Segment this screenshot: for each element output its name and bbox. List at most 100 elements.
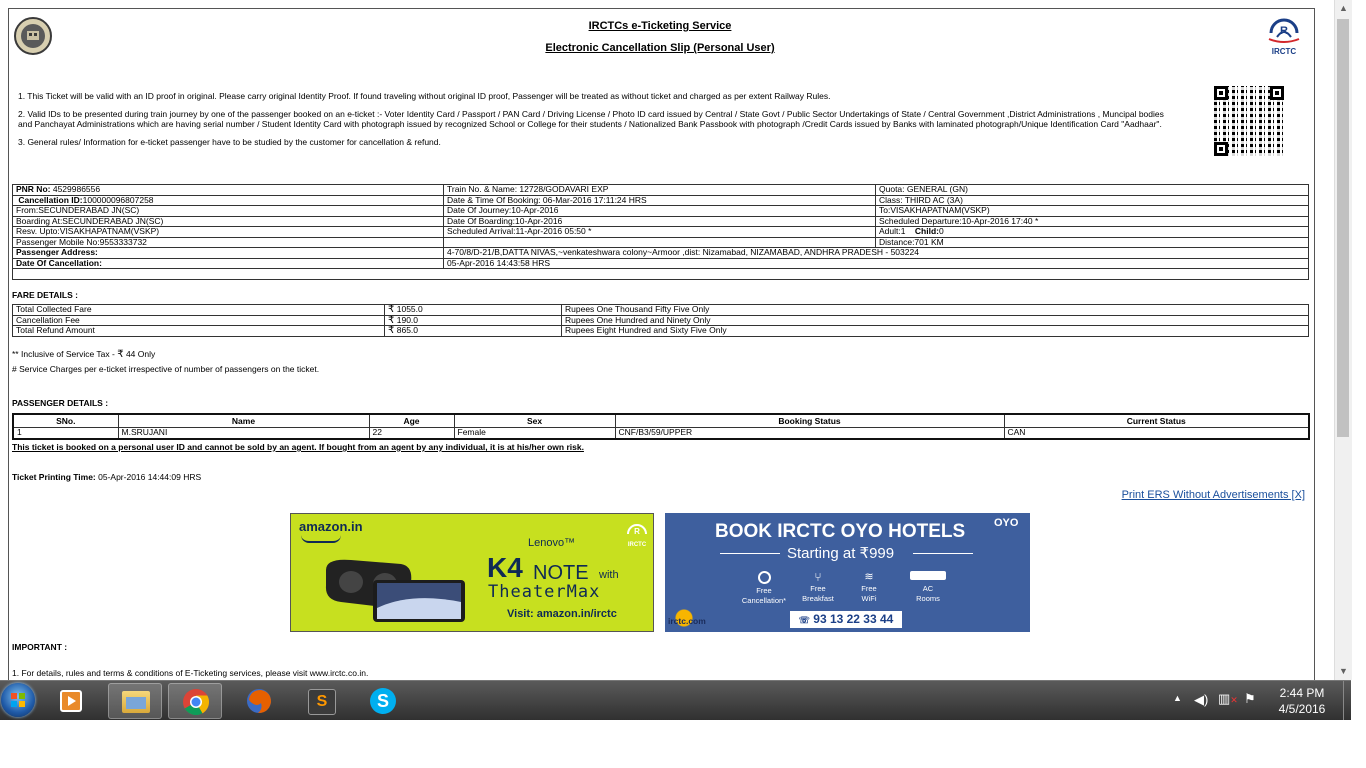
- media-player-taskbar-button[interactable]: [44, 683, 98, 719]
- svg-text:R: R: [1280, 25, 1288, 37]
- irctc-logo: R IRCTC: [1266, 15, 1302, 57]
- column-header: Booking Status: [614, 413, 1005, 428]
- column-header: Sex: [453, 413, 616, 428]
- table-row: Boarding At:SECUNDERABAD JN(SC) Date Of …: [12, 215, 1309, 227]
- cancellation-id-cell: Cancellation ID:100000096807258: [12, 194, 444, 206]
- important-heading: IMPORTANT :: [12, 642, 68, 652]
- oyo-feature: ≋ Free WiFi: [848, 571, 890, 604]
- qr-finder-pattern: [1214, 86, 1228, 100]
- media-player-icon: [60, 690, 82, 712]
- start-orb-icon[interactable]: [1, 683, 35, 717]
- fare-label: Total Refund Amount: [12, 325, 385, 337]
- passenger-name: M.SRUJANI: [117, 427, 370, 439]
- cancellation-id-label: Cancellation ID:: [18, 195, 83, 205]
- chrome-taskbar-button[interactable]: [168, 683, 222, 719]
- phone-icon: ☏: [798, 615, 810, 625]
- agent-warning: This ticket is booked on a personal user…: [12, 442, 584, 452]
- fare-amount: ₹ 1055.0: [384, 304, 562, 316]
- table-header-row: SNo. Name Age Sex Booking Status Current…: [12, 413, 1310, 428]
- qr-finder-pattern: [1270, 86, 1284, 100]
- table-row: From:SECUNDERABAD JN(SC) Date Of Journey…: [12, 205, 1309, 217]
- fare-table: Total Collected Fare ₹ 1055.0 Rupees One…: [12, 304, 1309, 337]
- cancellation-date-label: Date Of Cancellation:: [12, 257, 444, 269]
- boarding-at-cell: Boarding At:SECUNDERABAD JN(SC): [12, 215, 444, 227]
- adult-count: Adult:1: [879, 226, 906, 236]
- child-count: 0: [939, 226, 944, 236]
- fare-label: Cancellation Fee: [12, 314, 385, 326]
- service-tax-note: ** Inclusive of Service Tax - ₹ 44 Only: [12, 349, 155, 360]
- rupee-icon: ₹: [388, 315, 395, 326]
- fare-words: Rupees One Hundred and Ninety Only: [561, 314, 1309, 326]
- table-row: 1 M.SRUJANI 22 Female CNF/B3/59/UPPER CA…: [12, 427, 1310, 439]
- blank-area: [0, 720, 1366, 768]
- amazon-visit-text: Visit: amazon.in/irctc: [507, 608, 617, 620]
- oyo-feature-label: Free Cancellation*: [741, 586, 787, 605]
- network-icon[interactable]: ▥✕: [1218, 691, 1238, 707]
- child-label: Child:: [914, 226, 939, 236]
- oyo-divider: [913, 553, 973, 554]
- skype-taskbar-button[interactable]: S: [356, 683, 410, 719]
- table-row: Total Collected Fare ₹ 1055.0 Rupees One…: [12, 304, 1309, 316]
- chrome-icon: [183, 689, 210, 716]
- mobile-cell: Passenger Mobile No:9553333732: [12, 236, 444, 248]
- table-row: Total Refund Amount ₹ 865.0 Rupees Eight…: [12, 325, 1309, 337]
- distance-cell: Distance:701 KM: [875, 236, 1309, 248]
- rule-2: 2. Valid IDs to be presented during trai…: [18, 109, 1164, 129]
- svg-text:R: R: [634, 527, 640, 536]
- show-hidden-icons-button[interactable]: ▲: [1173, 693, 1182, 703]
- scrollbar-thumb[interactable]: [1337, 19, 1349, 437]
- fare-amount: ₹ 865.0: [384, 325, 562, 337]
- sublime-text-taskbar-button[interactable]: S: [294, 683, 348, 719]
- empty-row: [12, 268, 1309, 280]
- pnr-value: 4529986556: [50, 184, 101, 194]
- table-row: Date Of Cancellation: 05-Apr-2016 14:43:…: [12, 257, 1309, 269]
- oyo-phone-box: ☏ 93 13 22 33 44: [790, 611, 902, 628]
- address-label: Passenger Address:: [12, 247, 444, 259]
- scroll-down-arrow-icon[interactable]: ▼: [1335, 663, 1352, 680]
- fare-amount-value: 190.0: [396, 315, 419, 325]
- qr-code: [1214, 86, 1284, 156]
- train-cell: Train No. & Name: 12728/GODAVARI EXP: [443, 184, 876, 196]
- oyo-headline: BOOK IRCTC OYO HOTELS: [715, 521, 966, 542]
- fare-amount: ₹ 190.0: [384, 314, 562, 326]
- fare-details-heading: FARE DETAILS :: [12, 290, 78, 300]
- print-without-ads-link[interactable]: Print ERS Without Advertisements [X]: [1122, 489, 1305, 501]
- service-charge-note: # Service Charges per e-ticket irrespect…: [12, 364, 320, 374]
- to-cell: To:VISAKHAPATNAM(VSKP): [875, 205, 1309, 217]
- volume-icon[interactable]: ◀): [1194, 692, 1208, 708]
- table-row: PNR No: 4529986556 Train No. & Name: 127…: [12, 184, 1309, 196]
- action-center-flag-icon[interactable]: ⚑: [1244, 691, 1256, 707]
- class-cell: Class: THIRD AC (3A): [875, 194, 1309, 206]
- amazon-ad-banner[interactable]: amazon.in Lenovo™ K4 NOTE with TheaterMa…: [290, 513, 654, 632]
- oyo-ad-banner[interactable]: BOOK IRCTC OYO HOTELS OYO Starting at ₹9…: [665, 513, 1030, 632]
- firefox-taskbar-button[interactable]: [232, 683, 286, 719]
- clock[interactable]: 2:44 PM 4/5/2016: [1268, 685, 1336, 717]
- pnr-cell: PNR No: 4529986556: [12, 184, 444, 196]
- passenger-age: 22: [368, 427, 455, 439]
- rupee-icon: ₹: [388, 325, 395, 336]
- column-header: Age: [368, 413, 455, 428]
- oyo-logo-text: OYO: [994, 517, 1019, 529]
- table-row: Cancellation Fee ₹ 190.0 Rupees One Hund…: [12, 314, 1309, 326]
- oyo-feature: Free Cancellation*: [735, 571, 793, 606]
- fare-words: Rupees Eight Hundred and Sixty Five Only: [561, 325, 1309, 337]
- current-status: CAN: [1003, 427, 1310, 439]
- quota-cell: Quota: GENERAL (GN): [875, 184, 1309, 196]
- show-desktop-button[interactable]: [1343, 681, 1352, 721]
- clock-time: 2:44 PM: [1279, 686, 1325, 700]
- ers-page: IRCTCs e-Ticketing Service Electronic Ca…: [0, 0, 1334, 680]
- page-title: IRCTCs e-Ticketing Service: [588, 20, 732, 32]
- oyo-feature-label: Free WiFi: [861, 584, 877, 603]
- amazon-smile-icon: [301, 535, 341, 543]
- ac-icon: [910, 571, 946, 580]
- theatermax-text: TheaterMax: [488, 582, 601, 602]
- rule-1: 1. This Ticket will be valid with an ID …: [18, 91, 831, 101]
- passenger-sno: 1: [12, 427, 119, 439]
- table-row: Passenger Mobile No:9553333732 Distance:…: [12, 236, 1309, 248]
- scroll-up-arrow-icon[interactable]: ▲: [1335, 0, 1352, 17]
- vertical-scrollbar[interactable]: ▲ ▼: [1334, 0, 1352, 680]
- journey-date-cell: Date Of Journey:10-Apr-2016: [443, 205, 876, 217]
- file-explorer-taskbar-button[interactable]: [108, 683, 162, 719]
- windows-taskbar: S S ▲ ◀) ▥✕ ⚑ 2:44 PM 4/5/2016: [0, 680, 1351, 721]
- table-row: [12, 268, 1309, 280]
